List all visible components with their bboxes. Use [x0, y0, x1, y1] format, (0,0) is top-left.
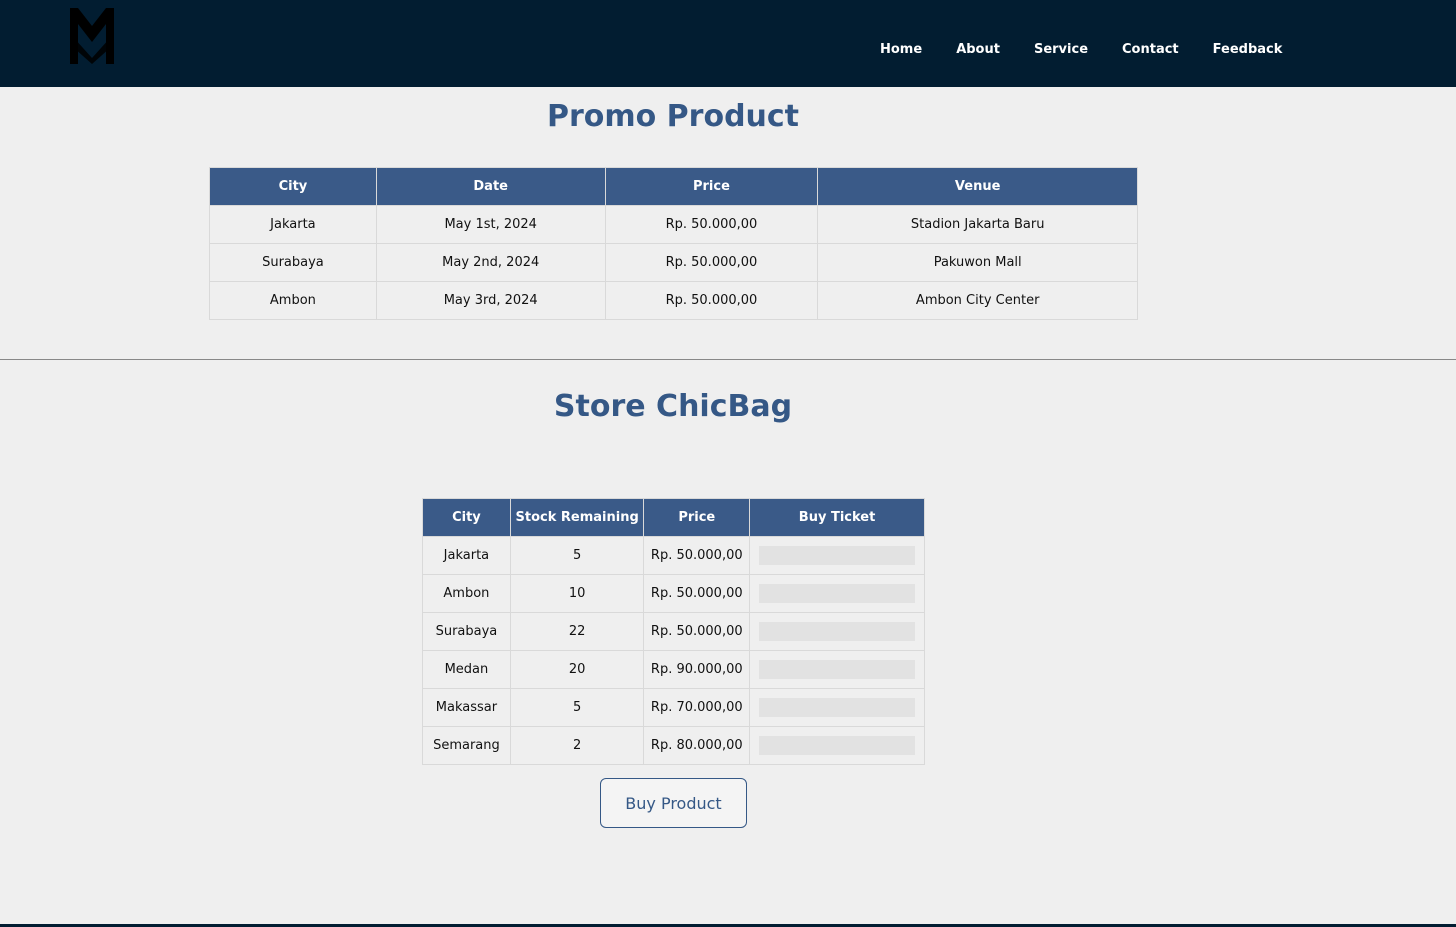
store-city: Surabaya — [422, 612, 511, 651]
buy-ticket-input[interactable] — [759, 584, 916, 603]
buy-ticket-cell — [749, 612, 925, 651]
promo-header-row: City Date Price Venue — [209, 167, 1138, 206]
store-price: Rp. 50.000,00 — [643, 574, 751, 613]
buy-ticket-cell — [749, 726, 925, 765]
store-header-stock: Stock Remaining — [509, 498, 645, 537]
promo-date: May 1st, 2024 — [375, 205, 606, 244]
promo-date: May 3rd, 2024 — [375, 281, 606, 320]
store-city: Makassar — [422, 688, 511, 727]
table-row: Semarang 2 Rp. 80.000,00 — [422, 726, 925, 765]
buy-ticket-input[interactable] — [759, 622, 916, 641]
buy-ticket-input[interactable] — [759, 698, 916, 717]
store-header-buy-ticket: Buy Ticket — [749, 498, 925, 537]
table-row: Jakarta May 1st, 2024 Rp. 50.000,00 Stad… — [209, 205, 1138, 244]
promo-venue: Stadion Jakarta Baru — [817, 205, 1138, 244]
table-row: Jakarta 5 Rp. 50.000,00 — [422, 536, 925, 575]
store-city: Ambon — [422, 574, 511, 613]
promo-title: Promo Product — [546, 99, 800, 134]
store-header-row: City Stock Remaining Price Buy Ticket — [422, 498, 925, 537]
promo-price: Rp. 50.000,00 — [604, 243, 819, 282]
promo-header-date: Date — [375, 167, 606, 206]
promo-table: City Date Price Venue Jakarta May 1st, 2… — [209, 167, 1138, 320]
store-price: Rp. 90.000,00 — [643, 650, 751, 689]
promo-date: May 2nd, 2024 — [375, 243, 606, 282]
promo-header-price: Price — [604, 167, 819, 206]
table-row: Surabaya 22 Rp. 50.000,00 — [422, 612, 925, 651]
store-city: Medan — [422, 650, 511, 689]
brand-logo-icon[interactable] — [70, 8, 114, 64]
promo-venue: Pakuwon Mall — [817, 243, 1138, 282]
store-city: Jakarta — [422, 536, 511, 575]
nav-contact-link[interactable]: Contact — [1122, 42, 1179, 57]
store-price: Rp. 50.000,00 — [643, 612, 751, 651]
store-stock: 10 — [509, 574, 645, 613]
buy-ticket-input[interactable] — [759, 660, 916, 679]
table-row: Medan 20 Rp. 90.000,00 — [422, 650, 925, 689]
store-stock: 2 — [509, 726, 645, 765]
buy-ticket-input[interactable] — [759, 736, 916, 755]
store-stock: 5 — [509, 536, 645, 575]
promo-city: Jakarta — [209, 205, 377, 244]
nav-menu: Home About Service Contact Feedback — [880, 42, 1282, 57]
nav-service-link[interactable]: Service — [1034, 42, 1088, 57]
promo-city: Ambon — [209, 281, 377, 320]
buy-ticket-cell — [749, 650, 925, 689]
store-price: Rp. 70.000,00 — [643, 688, 751, 727]
promo-city: Surabaya — [209, 243, 377, 282]
store-header-price: Price — [643, 498, 751, 537]
buy-ticket-cell — [749, 574, 925, 613]
nav-feedback-link[interactable]: Feedback — [1213, 42, 1283, 57]
store-table: City Stock Remaining Price Buy Ticket Ja… — [422, 498, 925, 765]
table-row: Makassar 5 Rp. 70.000,00 — [422, 688, 925, 727]
store-stock: 22 — [509, 612, 645, 651]
nav-about-link[interactable]: About — [956, 42, 1000, 57]
buy-ticket-input[interactable] — [759, 546, 916, 565]
store-header-city: City — [422, 498, 511, 537]
table-row: Ambon May 3rd, 2024 Rp. 50.000,00 Ambon … — [209, 281, 1138, 320]
buy-product-button[interactable]: Buy Product — [600, 778, 747, 828]
store-price: Rp. 80.000,00 — [643, 726, 751, 765]
nav-home-link[interactable]: Home — [880, 42, 922, 57]
store-stock: 5 — [509, 688, 645, 727]
table-row: Ambon 10 Rp. 50.000,00 — [422, 574, 925, 613]
promo-header-venue: Venue — [817, 167, 1138, 206]
table-row: Surabaya May 2nd, 2024 Rp. 50.000,00 Pak… — [209, 243, 1138, 282]
buy-ticket-cell — [749, 536, 925, 575]
buy-ticket-cell — [749, 688, 925, 727]
store-stock: 20 — [509, 650, 645, 689]
navbar: Home About Service Contact Feedback — [0, 0, 1456, 87]
store-title: Store ChicBag — [553, 389, 793, 424]
promo-price: Rp. 50.000,00 — [604, 205, 819, 244]
promo-header-city: City — [209, 167, 377, 206]
promo-venue: Ambon City Center — [817, 281, 1138, 320]
promo-price: Rp. 50.000,00 — [604, 281, 819, 320]
store-price: Rp. 50.000,00 — [643, 536, 751, 575]
store-city: Semarang — [422, 726, 511, 765]
section-divider — [0, 359, 1456, 360]
